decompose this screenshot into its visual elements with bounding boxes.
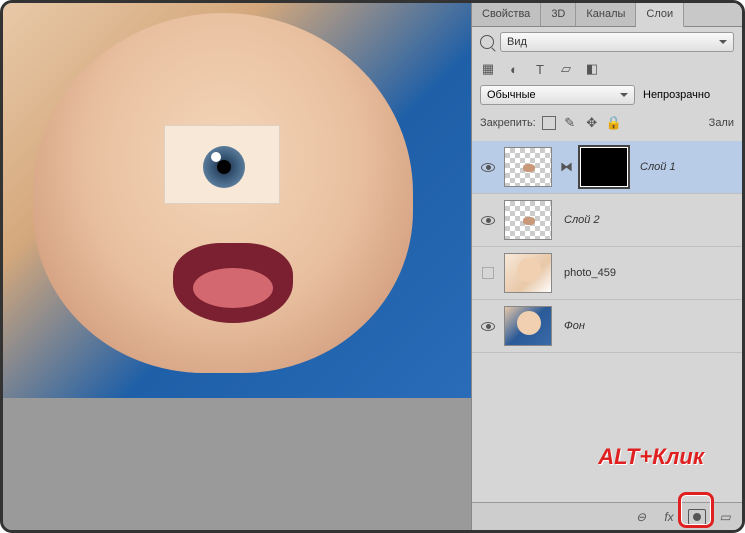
tab-layers[interactable]: Слои	[636, 3, 684, 27]
tab-3d[interactable]: 3D	[541, 3, 576, 26]
canvas-area[interactable]	[3, 3, 471, 530]
eye-icon	[481, 216, 495, 225]
filter-type-icon[interactable]: T	[532, 61, 548, 77]
pasted-eye-layer	[164, 125, 280, 204]
fx-icon[interactable]: fx	[660, 508, 678, 526]
lock-transparency-icon[interactable]	[542, 116, 556, 130]
layer-row[interactable]: Слой 2	[472, 194, 742, 247]
layers-panel: Свойства 3D Каналы Слои Вид ▦ ◐ T ▱ ◧ Об…	[471, 3, 742, 530]
filter-smart-icon[interactable]: ◧	[584, 61, 600, 77]
lock-row: Закрепить: ✎ ✥ 🔒 Зали	[472, 109, 742, 137]
layer-filter-row: Вид	[472, 27, 742, 57]
blend-row: Обычные Непрозрачно	[472, 81, 742, 109]
layer-row[interactable]: ⧓ Слой 1	[472, 141, 742, 194]
link-layers-icon[interactable]: ⊖	[632, 508, 650, 526]
filter-pixel-icon[interactable]: ▦	[480, 61, 496, 77]
layer-thumbnail[interactable]	[504, 147, 552, 187]
new-group-icon[interactable]: ▭	[716, 508, 734, 526]
tab-channels[interactable]: Каналы	[576, 3, 636, 26]
lock-position-icon[interactable]: ✥	[584, 115, 600, 131]
tab-properties[interactable]: Свойства	[472, 3, 541, 26]
annotation-highlight	[678, 492, 714, 528]
filter-adjust-icon[interactable]: ◐	[506, 61, 522, 77]
filter-icons: ▦ ◐ T ▱ ◧	[472, 57, 742, 81]
app-frame: Свойства 3D Каналы Слои Вид ▦ ◐ T ▱ ◧ Об…	[0, 0, 745, 533]
filter-kind-dropdown[interactable]: Вид	[500, 32, 734, 52]
visibility-off-icon	[482, 267, 494, 279]
layer-thumbnail[interactable]	[504, 200, 552, 240]
layer-row[interactable]: Фон	[472, 300, 742, 353]
eye-icon	[481, 163, 495, 172]
layer-name[interactable]: Фон	[560, 320, 585, 332]
visibility-toggle[interactable]	[480, 266, 496, 280]
mask-link-icon[interactable]: ⧓	[560, 159, 572, 175]
lock-label: Закрепить:	[480, 117, 536, 129]
search-icon	[480, 35, 494, 49]
visibility-toggle[interactable]	[480, 213, 496, 227]
lock-paint-icon[interactable]: ✎	[562, 115, 578, 131]
layer-name[interactable]: Слой 2	[560, 214, 600, 226]
mask-thumbnail[interactable]	[580, 147, 628, 187]
opacity-label: Непрозрачно	[643, 89, 710, 101]
eye-icon	[481, 322, 495, 331]
layer-name[interactable]: photo_459	[560, 267, 616, 279]
visibility-toggle[interactable]	[480, 160, 496, 174]
mouth-region	[173, 243, 293, 323]
layer-thumbnail[interactable]	[504, 306, 552, 346]
panel-tabs: Свойства 3D Каналы Слои	[472, 3, 742, 27]
document-image	[3, 3, 471, 398]
layer-thumbnail[interactable]	[504, 253, 552, 293]
annotation-hint: ALT+Клик	[598, 444, 704, 470]
blend-mode-dropdown[interactable]: Обычные	[480, 85, 635, 105]
visibility-toggle[interactable]	[480, 319, 496, 333]
filter-shape-icon[interactable]: ▱	[558, 61, 574, 77]
layer-name[interactable]: Слой 1	[636, 161, 676, 173]
fill-label: Зали	[709, 117, 734, 129]
layer-row[interactable]: photo_459	[472, 247, 742, 300]
lock-all-icon[interactable]: 🔒	[606, 115, 622, 131]
layers-list: ⧓ Слой 1 Слой 2 photo_459 Фон	[472, 137, 742, 357]
